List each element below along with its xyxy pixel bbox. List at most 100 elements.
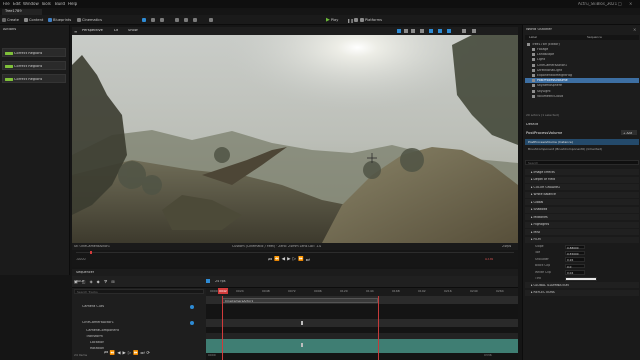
frame-rate[interactable]: 24 fps bbox=[215, 280, 226, 283]
menu-edit[interactable]: Edit bbox=[13, 2, 21, 6]
seq-next-icon[interactable]: ⏩ bbox=[133, 351, 138, 356]
seq-jump-end-icon[interactable]: ⏭ bbox=[141, 351, 145, 356]
next-key-icon[interactable]: ⏩ bbox=[298, 257, 304, 263]
add-component-button[interactable]: + Add bbox=[621, 130, 637, 135]
seq-step-back-icon[interactable]: ◀ bbox=[117, 351, 120, 356]
details-search-input[interactable]: Search bbox=[525, 160, 639, 165]
platforms-button[interactable]: Platforms bbox=[360, 17, 382, 23]
timeline-end[interactable]: 0336 bbox=[484, 354, 492, 357]
location-track-row[interactable] bbox=[206, 339, 518, 353]
close-icon[interactable]: × bbox=[629, 1, 632, 6]
track-camera-cuts[interactable]: Camera Cuts bbox=[72, 303, 206, 311]
jump-start-icon[interactable]: ⏮ bbox=[268, 257, 272, 263]
details-section[interactable]: ▸ Depth of Field bbox=[525, 176, 639, 183]
camera-track-row[interactable] bbox=[206, 319, 518, 327]
film-property-value[interactable]: 0.88000 bbox=[565, 244, 585, 250]
outliner-row[interactable]: PostProcessVolume bbox=[525, 78, 639, 83]
details-section[interactable]: ▸ Midtones bbox=[525, 214, 639, 220]
film-property-value[interactable]: 0.0 bbox=[565, 263, 585, 269]
track-search-input[interactable]: Search Tracks bbox=[74, 289, 204, 294]
minimize-icon[interactable]: – bbox=[608, 1, 610, 6]
keyframe[interactable] bbox=[301, 321, 303, 325]
outliner-row[interactable]: ExponentialHeightFog bbox=[525, 73, 639, 78]
menu-window[interactable]: Window bbox=[23, 2, 39, 6]
sequencer-timeline[interactable]: 0000 0024 0048 0072 0096 0120 0144 0168 … bbox=[206, 288, 518, 360]
step-back-icon[interactable]: ◀ bbox=[282, 257, 285, 263]
rotate-icon[interactable] bbox=[404, 29, 408, 33]
details-section[interactable]: ▸ GLOBAL ILLUMINATION bbox=[525, 282, 639, 289]
label-column[interactable]: Label bbox=[529, 36, 537, 39]
outliner-row[interactable]: SkyLight bbox=[525, 89, 639, 94]
details-section[interactable]: ▸ White Balance bbox=[525, 191, 639, 198]
create-button[interactable]: Create bbox=[2, 17, 19, 23]
blueprint-menu-button[interactable] bbox=[184, 17, 188, 23]
outliner-row[interactable]: Foliage bbox=[525, 47, 639, 52]
menu-file[interactable]: File bbox=[3, 2, 10, 6]
cinematics-button[interactable]: Cinematics bbox=[77, 17, 102, 23]
scrub-track[interactable] bbox=[76, 252, 514, 253]
playhead-line[interactable] bbox=[222, 296, 223, 360]
maximize-icon[interactable]: □ bbox=[618, 1, 622, 6]
pause-button[interactable]: ❚❚ bbox=[347, 17, 354, 23]
seq-step-forward-icon[interactable]: ▷ bbox=[128, 351, 131, 356]
details-section[interactable]: ▸ Image Effects bbox=[525, 169, 639, 175]
component-row[interactable]: BrushComponent (BrushComponent0) (Inheri… bbox=[528, 148, 602, 151]
select-mode-button[interactable] bbox=[142, 17, 146, 23]
add-track-icon[interactable] bbox=[190, 320, 194, 325]
content-button[interactable]: Content bbox=[24, 17, 43, 23]
seq-play-icon[interactable]: ▶ bbox=[123, 351, 126, 356]
details-section[interactable]: ▸ Global bbox=[525, 199, 639, 205]
menu-tools[interactable]: Tools bbox=[41, 2, 51, 6]
keyframe[interactable] bbox=[301, 343, 303, 347]
end-marker[interactable] bbox=[378, 296, 379, 360]
outliner-row[interactable]: Landscape bbox=[525, 52, 639, 57]
menu-help[interactable]: Help bbox=[68, 2, 77, 6]
timeline-start[interactable]: 0000 bbox=[208, 354, 216, 357]
render-icon[interactable]: ◈ bbox=[90, 279, 93, 284]
jump-end-icon[interactable]: ⏭ bbox=[306, 257, 310, 263]
details-section[interactable]: ▸ FILM bbox=[525, 236, 639, 243]
time-ruler[interactable]: 0000 0024 0048 0072 0096 0120 0144 0168 … bbox=[206, 288, 518, 296]
stop-button[interactable] bbox=[354, 17, 358, 23]
show-menu[interactable]: Show bbox=[128, 29, 138, 33]
seq-jump-start-icon[interactable]: ⏮ bbox=[104, 351, 108, 356]
film-property-value[interactable]: 0.04 bbox=[565, 270, 585, 275]
details-section[interactable]: ▸ Shadows bbox=[525, 206, 639, 213]
details-section[interactable]: ▸ COLOR GRADING bbox=[525, 184, 639, 190]
close-icon[interactable]: × bbox=[633, 27, 636, 32]
track-cine-camera[interactable]: CineCameraActor1 bbox=[72, 319, 206, 327]
scale-snap-icon[interactable] bbox=[447, 29, 451, 33]
filter-icon[interactable]: ⧩ bbox=[104, 279, 108, 284]
playhead-lock-icon[interactable] bbox=[206, 279, 210, 283]
landscape-mode-button[interactable] bbox=[151, 17, 155, 23]
level-viewport[interactable] bbox=[72, 35, 518, 243]
instance-row[interactable]: PostProcessVolume (Instance) bbox=[525, 139, 639, 145]
outliner-row[interactable]: CineCameraActor1 bbox=[525, 63, 639, 68]
prev-key-icon[interactable]: ⏪ bbox=[274, 257, 280, 263]
film-property-value[interactable]: 0.26 bbox=[565, 257, 585, 262]
blueprints-button[interactable]: Blueprints bbox=[48, 17, 71, 23]
step-forward-icon[interactable]: ▷ bbox=[293, 257, 296, 263]
seq-loop-icon[interactable]: ⟳ bbox=[146, 351, 150, 356]
details-section[interactable]: ▸ Highlights bbox=[525, 221, 639, 228]
viewport-menu-icon[interactable]: ≡ bbox=[74, 29, 77, 34]
details-section[interactable]: ▸ Misc bbox=[525, 229, 639, 235]
grid-snap-icon[interactable] bbox=[429, 29, 433, 33]
outliner-row[interactable]: Light bbox=[525, 58, 639, 63]
add-actor-button[interactable] bbox=[175, 17, 179, 23]
correct-regions-button-3[interactable]: Correct Regions bbox=[2, 74, 66, 83]
view-mode[interactable]: Lit bbox=[114, 29, 118, 33]
scrub-playhead[interactable] bbox=[90, 251, 92, 254]
play-viewport-icon[interactable]: ▶ bbox=[287, 257, 290, 263]
current-frame[interactable]: 0042 bbox=[218, 288, 228, 294]
play-button[interactable]: ▶ Play bbox=[326, 17, 338, 23]
correct-regions-button-2[interactable]: Correct Regions bbox=[2, 61, 66, 70]
film-property-value[interactable] bbox=[565, 276, 597, 281]
scale-icon[interactable] bbox=[411, 29, 415, 33]
settings-button[interactable] bbox=[209, 17, 213, 23]
cinematic-menu-button[interactable] bbox=[193, 17, 197, 23]
details-section[interactable]: ▸ REFLECTIONS bbox=[525, 289, 639, 296]
add-track-icon[interactable] bbox=[190, 304, 194, 309]
key-icon[interactable]: ◆ bbox=[97, 279, 100, 284]
outliner-row[interactable]: DirectionalLight bbox=[525, 68, 639, 73]
